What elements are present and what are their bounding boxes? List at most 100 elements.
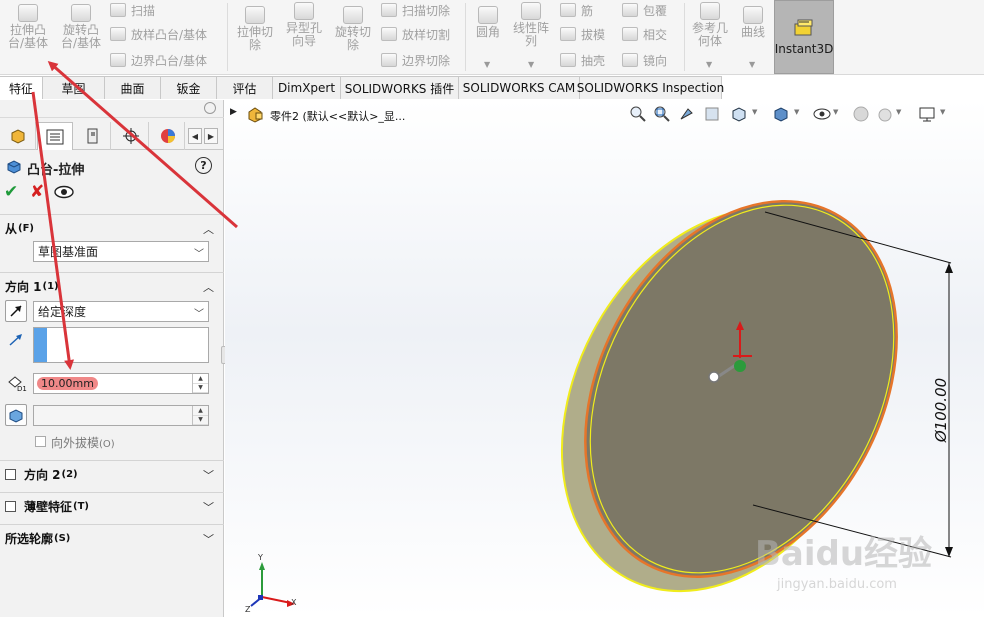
hole-wizard-button[interactable]: 异型孔 向导 [281,2,327,48]
filter-icon[interactable] [204,102,216,114]
rib-icon [560,3,576,17]
tab-solidworks-addins[interactable]: SOLIDWORKS 插件 [341,76,459,99]
from-key: (F) [18,223,34,234]
tab-sheet-metal[interactable]: 钣金 [161,76,217,99]
rib-button[interactable]: 筋 [560,0,593,20]
collapse-chevron-icon[interactable]: ︿ [203,279,214,295]
curves-label: 曲线 [740,25,765,39]
loft-icon [110,27,126,41]
draft-outward-checkbox[interactable] [35,436,46,447]
selected-contours-section-header[interactable]: 所选轮廓 (S) ﹀ [0,524,224,552]
depth-input[interactable]: 10.00mm ▲ ▼ [33,373,209,394]
tab-evaluate[interactable]: 评估 [217,76,273,99]
reverse-direction-icon[interactable] [5,300,27,322]
intersect-button[interactable]: 相交 [622,24,667,44]
boundary-boss-button[interactable]: 边界凸台/基体 [110,50,207,70]
from-select[interactable]: 草图基准面 ﹀ [33,241,209,262]
spin-down-icon[interactable]: ▼ [193,416,208,425]
wrap-icon [622,3,638,17]
panel-scroll-right-icon[interactable]: ▶ [204,128,218,144]
boundary-cut-label: 边界切除 [402,53,451,68]
configuration-manager-tab[interactable] [75,122,111,150]
depth-spinner[interactable]: ▲ ▼ [192,374,208,393]
sweep-label: 扫描 [131,3,156,18]
revolve-cut-button[interactable]: 旋转切 除 [330,6,376,52]
feature-title-row: 凸台-拉伸 ? [0,156,224,178]
watermark-url: jingyan.baidu.com [776,577,897,592]
property-manager-panel: ◀ ▶ 凸台-拉伸 ? ✔ ✘ 从 (F) ︿ 草图基准面 ﹀ 方向 1 (1) ︿ … [0,100,228,617]
curves-button[interactable]: 曲线 [736,6,770,39]
tab-solidworks-inspection[interactable]: SOLIDWORKS Inspection [577,76,724,99]
expand-chevron-icon[interactable]: ﹀ [203,531,214,547]
swept-cut-button[interactable]: 扫描切除 [381,0,450,20]
model-canvas: Ø100.00 Y X Z Baidu经验 jingyan.baidu.com [245,199,953,614]
boundary-boss-icon [110,53,126,67]
ok-check-icon[interactable]: ✔ [4,182,18,202]
expand-chevron-icon[interactable]: ﹀ [203,467,214,483]
tab-features[interactable]: 特征 [0,76,43,99]
display-manager-tab[interactable] [151,122,185,150]
fillet-label: 圆角 [475,25,500,39]
tab-sketch[interactable]: 草图 [43,76,105,99]
extrude-boss-icon [18,4,38,22]
shell-label: 抽壳 [581,53,606,68]
depth-value: 10.00mm [37,377,98,390]
curves-dropdown-icon[interactable]: ▼ [749,60,755,69]
draft-spinner[interactable]: ▲ ▼ [192,406,208,425]
property-manager-tab[interactable] [37,122,73,150]
tab-solidworks-cam[interactable]: SOLIDWORKS CAM [459,76,580,99]
graphics-area[interactable]: ▶ 零件2 (默认<<默认>_显... ▼ ▼ ▼ ▼ ▼ Ø100.00 Y … [225,100,984,617]
spin-up-icon[interactable]: ▲ [193,374,208,384]
boundary-boss-label: 边界凸台/基体 [131,53,208,68]
feature-manager-tab[interactable] [0,122,36,150]
sweep-button[interactable]: 扫描 [110,0,155,20]
ref-geometry-dropdown-icon[interactable]: ▼ [706,60,712,69]
dimxpert-manager-tab[interactable] [113,122,149,150]
reference-geometry-button[interactable]: 参考几 何体 [688,2,732,48]
spin-up-icon[interactable]: ▲ [193,406,208,416]
pattern-dropdown-icon[interactable]: ▼ [528,60,534,69]
cancel-x-icon[interactable]: ✘ [30,182,44,202]
linear-pattern-button[interactable]: 线性阵 列 [508,2,554,48]
mirror-button[interactable]: 镜向 [622,50,667,70]
draft-angle-input[interactable]: ▲ ▼ [33,405,209,426]
help-icon[interactable]: ? [195,157,212,174]
direction-selection-box[interactable] [33,327,209,363]
feature-title: 凸台-拉伸 [27,163,85,178]
fillet-button[interactable]: 圆角 [470,6,506,39]
swept-cut-label: 扫描切除 [402,3,451,18]
revolve-boss-button[interactable]: 旋转凸 台/基体 [58,4,104,50]
loft-button[interactable]: 放样凸台/基体 [110,24,207,44]
configuration-icon [87,128,97,144]
expand-chevron-icon[interactable]: ﹀ [203,499,214,515]
lofted-cut-button[interactable]: 放样切割 [381,24,450,44]
end-condition-select[interactable]: 给定深度 ﹀ [33,301,209,322]
filter-bar[interactable] [0,100,224,118]
direction1-section-header[interactable]: 方向 1 (1) ︿ [0,272,224,300]
chevron-down-icon: ﹀ [194,309,204,320]
fillet-dropdown-icon[interactable]: ▼ [484,60,490,69]
preview-eye-icon[interactable] [54,185,74,199]
extrude-boss-button[interactable]: 拉伸凸 台/基体 [6,4,50,50]
extrude-cut-button[interactable]: 拉伸切 除 [232,6,278,52]
draft-toggle-icon[interactable] [5,404,27,426]
tab-dimxpert[interactable]: DimXpert [273,76,341,99]
panel-scroll-left-icon[interactable]: ◀ [188,128,202,144]
shell-button[interactable]: 抽壳 [560,50,605,70]
instant3d-button[interactable]: Instant3D [774,0,834,74]
tab-surfaces[interactable]: 曲面 [105,76,161,99]
revolve-cut-icon [343,6,363,24]
draft-button[interactable]: 拔模 [560,24,605,44]
spin-down-icon[interactable]: ▼ [193,384,208,393]
instant3d-label: Instant3D [774,42,834,56]
thin-feature-section-header[interactable]: 薄壁特征 (T) ﹀ [0,492,224,520]
collapse-chevron-icon[interactable]: ︿ [203,221,214,237]
boundary-cut-button[interactable]: 边界切除 [381,50,450,70]
direction2-section-header[interactable]: 方向 2 (2) ﹀ [0,460,224,488]
intersect-icon [622,27,638,41]
diameter-label: Ø100.00 [932,378,950,443]
direction2-checkbox[interactable] [5,469,16,480]
thin-feature-checkbox[interactable] [5,501,16,512]
wrap-button[interactable]: 包覆 [622,0,667,20]
from-section-header[interactable]: 从 (F) ︿ [0,214,224,242]
